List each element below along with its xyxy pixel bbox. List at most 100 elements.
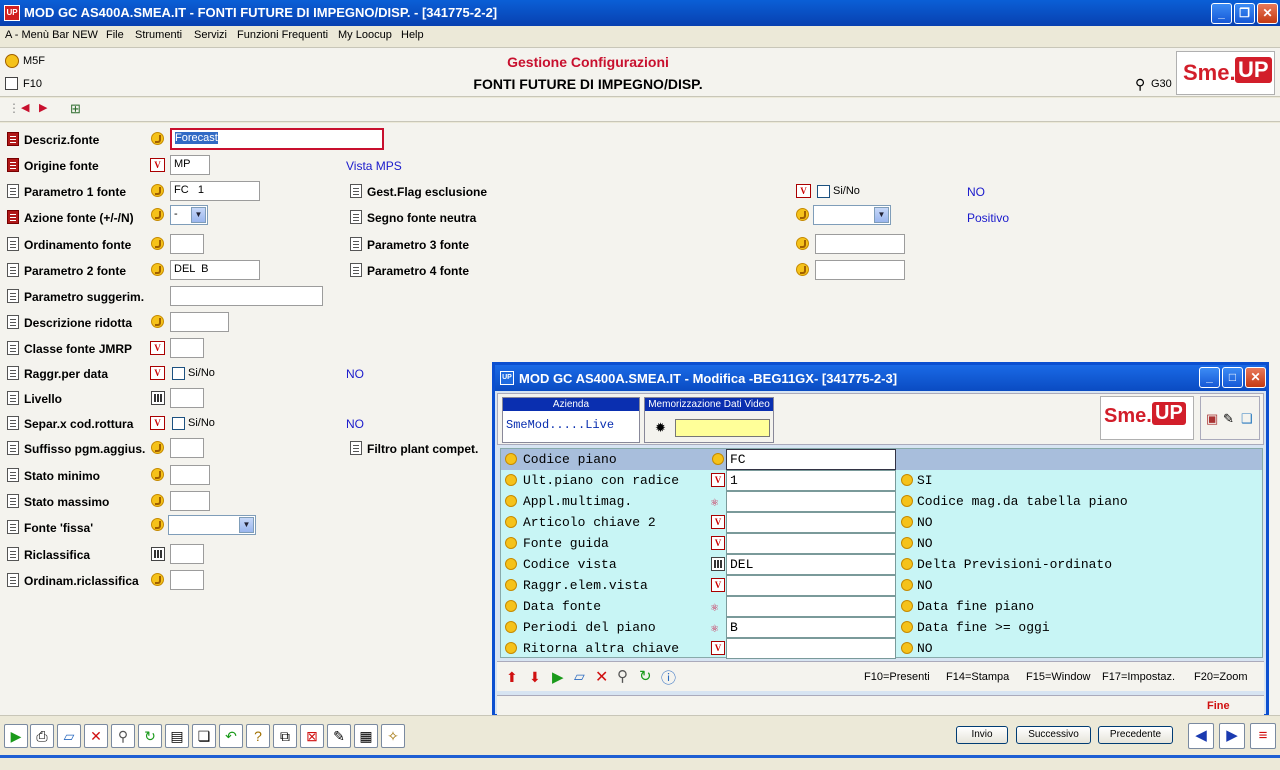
help-icon[interactable]	[151, 208, 164, 221]
grid-row[interactable]: Ritorna altra chiave V NO	[501, 638, 1262, 659]
molecule-icon[interactable]: ⚛	[711, 600, 725, 615]
help-icon[interactable]	[505, 579, 517, 591]
ult-piano-input[interactable]: 1	[726, 470, 896, 491]
chevron-down-icon[interactable]: ▼	[239, 517, 254, 533]
memo-input[interactable]	[675, 419, 770, 437]
next-page-icon[interactable]: ▶	[1219, 723, 1245, 749]
search-icon[interactable]: ⚲	[111, 724, 135, 748]
value-list-icon[interactable]: V	[150, 416, 165, 430]
fonte-fissa-select[interactable]: ▼	[168, 515, 256, 535]
chevron-down-icon[interactable]: ▼	[874, 207, 889, 223]
prev-page-icon[interactable]: ◀	[1188, 723, 1214, 749]
dialog-minimize-button[interactable]: _	[1199, 367, 1220, 388]
parametro1-input[interactable]: FC 1	[170, 181, 260, 201]
help-icon[interactable]	[505, 516, 517, 528]
delete-icon[interactable]: ✕	[595, 667, 608, 687]
menu-item-funzioni[interactable]: Funzioni Frequenti	[237, 29, 328, 41]
ordinamento-input[interactable]	[170, 234, 204, 254]
value-list-icon[interactable]: V	[711, 515, 725, 529]
gear-icon[interactable]: ✹	[655, 420, 666, 436]
codice-piano-input[interactable]: FC	[726, 449, 896, 470]
gest-flag-checkbox[interactable]	[817, 185, 830, 198]
successivo-button[interactable]: Successivo	[1016, 726, 1091, 744]
help-icon[interactable]	[151, 468, 164, 481]
grid-row[interactable]: Data fonte ⚛ Data fine piano	[501, 596, 1262, 617]
grid-row[interactable]: Codice vista DEL Delta Previsioni-ordina…	[501, 554, 1262, 575]
grid-row[interactable]: Codice piano FC	[501, 449, 1262, 470]
grid-row[interactable]: Periodi del piano ⚛ B Data fine >= oggi	[501, 617, 1262, 638]
segno-neutra-select[interactable]: ▼	[813, 205, 891, 225]
help-icon[interactable]	[505, 558, 517, 570]
grid-row[interactable]: Fonte guida V NO	[501, 533, 1262, 554]
grid-row[interactable]: Raggr.elem.vista V NO	[501, 575, 1262, 596]
dialog-maximize-button[interactable]: □	[1222, 367, 1243, 388]
monitor-icon[interactable]: ▣	[1206, 411, 1218, 427]
ordinam-ricl-input[interactable]	[170, 570, 204, 590]
help-icon[interactable]	[796, 237, 809, 250]
print-icon[interactable]: ⎙	[30, 724, 54, 748]
riclassifica-input[interactable]	[170, 544, 204, 564]
molecule-icon[interactable]: ⚛	[711, 621, 725, 636]
help-icon[interactable]	[151, 237, 164, 250]
help-icon[interactable]	[505, 495, 517, 507]
help-icon[interactable]	[151, 315, 164, 328]
molecule-icon[interactable]: ⚛	[711, 495, 725, 510]
fkey-f17[interactable]: F17=Impostaz.	[1102, 671, 1175, 683]
prev-arrow-icon[interactable]: ◀	[21, 101, 29, 114]
edit-icon[interactable]: ✎	[327, 724, 351, 748]
periodi-piano-input[interactable]: B	[726, 617, 896, 638]
fkey-f15[interactable]: F15=Window	[1026, 671, 1091, 683]
classe-jmrp-input[interactable]	[170, 338, 204, 358]
menu-item-file[interactable]: File	[106, 29, 124, 41]
zoom-icon[interactable]: ✧	[381, 724, 405, 748]
menu-list-icon[interactable]: ≡	[1250, 723, 1276, 749]
grid-icon[interactable]	[151, 547, 165, 561]
separ-rottura-checkbox[interactable]	[172, 417, 185, 430]
minimize-button[interactable]: _	[1211, 3, 1232, 24]
help-icon[interactable]	[505, 600, 517, 612]
suffisso-input[interactable]	[170, 438, 204, 458]
value-list-icon[interactable]: V	[711, 473, 725, 487]
invio-button[interactable]: Invio	[956, 726, 1008, 744]
menu-item-help[interactable]: Help	[401, 29, 424, 41]
stato-minimo-input[interactable]	[170, 465, 210, 485]
help-icon[interactable]	[151, 573, 164, 586]
menu-item-strumenti[interactable]: Strumenti	[135, 29, 182, 41]
menu-item-a[interactable]: A - Menù Bar NEW	[5, 29, 98, 41]
livello-input[interactable]	[170, 388, 204, 408]
info-icon[interactable]: ⓘ	[661, 667, 676, 688]
grid-row[interactable]: Appl.multimag. ⚛ Codice mag.da tabella p…	[501, 491, 1262, 512]
eraser-icon[interactable]: ▱	[57, 724, 81, 748]
menu-item-servizi[interactable]: Servizi	[194, 29, 227, 41]
down-arrow-icon[interactable]: ⬇	[529, 669, 541, 686]
help-icon[interactable]	[151, 518, 164, 531]
parametro-sugg-input[interactable]	[170, 286, 323, 306]
help-icon[interactable]	[796, 208, 809, 221]
value-list-icon[interactable]: V	[150, 366, 165, 380]
codice-vista-input[interactable]: DEL	[726, 554, 896, 575]
close-button[interactable]: ✕	[1257, 3, 1278, 24]
help-icon[interactable]	[151, 441, 164, 454]
delete-doc-icon[interactable]: ⊠	[300, 724, 324, 748]
grid-row[interactable]: Articolo chiave 2 V NO	[501, 512, 1262, 533]
value-list-icon[interactable]: V	[150, 341, 165, 355]
help-icon[interactable]	[151, 494, 164, 507]
search-icon[interactable]: ⚲	[617, 667, 628, 685]
azione-fonte-select[interactable]: - ▼	[170, 205, 208, 225]
menu-item-loocup[interactable]: My Loocup	[338, 29, 392, 41]
grid-icon[interactable]	[711, 557, 725, 571]
restore-button[interactable]: ❐	[1234, 3, 1255, 24]
up-arrow-icon[interactable]: ⬆	[506, 669, 518, 686]
help-icon[interactable]	[505, 453, 517, 465]
fkey-f14[interactable]: F14=Stampa	[946, 671, 1009, 683]
parametro4-input[interactable]	[815, 260, 905, 280]
appl-multimag-input[interactable]	[726, 491, 896, 512]
value-list-icon[interactable]: V	[150, 158, 165, 172]
fkey-f20[interactable]: F20=Zoom	[1194, 671, 1248, 683]
refresh-icon[interactable]: ↻	[639, 667, 652, 685]
value-list-icon[interactable]: V	[796, 184, 811, 198]
help-icon[interactable]	[505, 474, 517, 486]
dialog-close-button[interactable]: ✕	[1245, 367, 1266, 388]
value-list-icon[interactable]: V	[711, 641, 725, 655]
data-fonte-input[interactable]	[726, 596, 896, 617]
